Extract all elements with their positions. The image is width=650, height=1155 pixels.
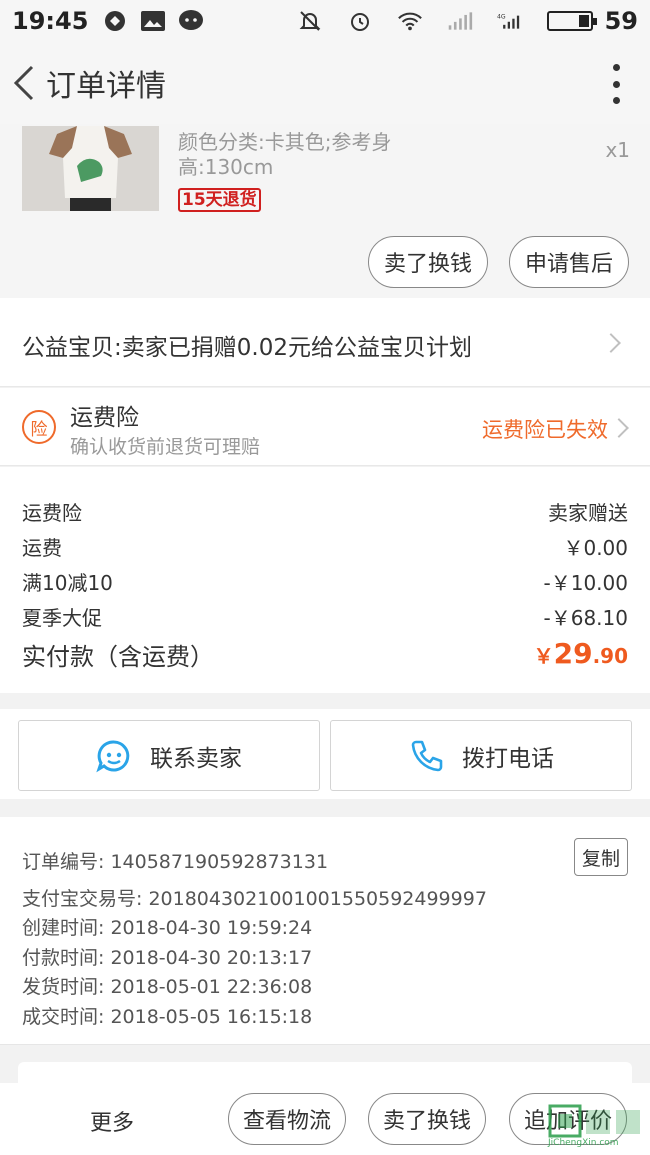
chevron-right-icon — [609, 418, 629, 438]
product-thumbnail[interactable] — [22, 126, 159, 211]
fee-row: 运费险 卖家赠送 — [22, 497, 628, 526]
message-notification-icon — [178, 8, 204, 34]
fee-label: 满10减10 — [22, 571, 113, 595]
order-number: 订单编号: 140587190592873131 — [22, 851, 329, 873]
call-phone-button[interactable]: 拨打电话 — [330, 720, 632, 791]
alarm-icon — [347, 8, 373, 34]
watermark-text: JiChengXin.com — [548, 1138, 619, 1148]
phone-icon — [411, 740, 443, 771]
wifi-icon — [397, 8, 423, 34]
status-bar: 19:45 4G 59 — [0, 0, 650, 42]
total-decimal: .90 — [592, 644, 628, 668]
signal-icon — [447, 8, 473, 34]
total-label: 实付款（含运费） — [22, 643, 214, 671]
fee-value: -￥10.00 — [543, 571, 628, 595]
chevron-right-icon — [601, 333, 621, 353]
created-time: 创建时间: 2018-04-30 19:59:24 — [22, 917, 313, 939]
charity-row[interactable]: 公益宝贝:卖家已捐赠0.02元给公益宝贝计划 — [0, 298, 650, 387]
fee-row: 运费 ￥0.00 — [22, 532, 628, 561]
fee-summary: 运费险 卖家赠送 运费 ￥0.00 满10减10 -￥10.00 夏季大促 -￥… — [0, 467, 650, 693]
fee-row: 夏季大促 -￥68.10 — [22, 602, 628, 631]
chat-bubble-icon — [96, 739, 130, 772]
status-time: 19:45 — [12, 7, 89, 35]
order-info: 订单编号: 140587190592873131 复制 支付宝交易号: 2018… — [0, 817, 650, 1045]
insurance-icon: 险 — [22, 410, 56, 444]
battery-level: 59 — [604, 7, 638, 35]
contact-seller-button[interactable]: 联系卖家 — [18, 720, 320, 791]
contact-actions: 联系卖家 拨打电话 — [0, 709, 650, 799]
call-phone-label: 拨打电话 — [462, 745, 554, 772]
signal-4g-icon: 4G — [497, 8, 523, 34]
product-item: 颜色分类:卡其色;参考身高:130cm x1 15天退货 卖了换钱 申请售后 — [0, 124, 650, 298]
fee-label: 夏季大促 — [22, 606, 102, 630]
fee-row: 满10减10 -￥10.00 — [22, 567, 628, 596]
app-notification-icon — [102, 8, 128, 34]
total-row: 实付款（含运费） ￥29.90 — [22, 637, 628, 672]
total-integer: 29 — [553, 637, 593, 670]
shipping-insurance-row[interactable]: 险 运费险 确认收货前退货可理赔 运费险已失效 — [0, 388, 650, 466]
resell-button-bottom[interactable]: 卖了换钱 — [368, 1093, 486, 1145]
page-title: 订单详情 — [46, 69, 166, 104]
resell-button[interactable]: 卖了换钱 — [368, 236, 488, 288]
fee-value: 卖家赠送 — [548, 501, 628, 525]
insurance-status: 运费险已失效 — [482, 418, 608, 442]
insurance-title: 运费险 — [70, 405, 139, 431]
contact-seller-label: 联系卖家 — [150, 745, 242, 772]
back-button[interactable] — [4, 63, 44, 103]
view-logistics-button[interactable]: 查看物流 — [228, 1093, 346, 1145]
paid-time: 付款时间: 2018-04-30 20:13:17 — [22, 947, 313, 969]
copy-button[interactable]: 复制 — [574, 838, 628, 876]
back-arrow-icon — [13, 65, 34, 101]
svg-text:4G: 4G — [497, 14, 506, 21]
battery-icon — [546, 11, 597, 31]
fee-value: -￥68.10 — [543, 606, 628, 630]
shipped-time: 发货时间: 2018-05-01 22:36:08 — [22, 976, 313, 998]
nav-bar: 订单详情 — [0, 42, 650, 124]
more-button[interactable]: 更多 — [90, 1105, 134, 1137]
apply-after-sales-button[interactable]: 申请售后 — [509, 236, 629, 288]
completed-time: 成交时间: 2018-05-05 16:15:18 — [22, 1006, 313, 1028]
alipay-trade-number: 支付宝交易号: 2018043021001001550592499997 — [22, 888, 487, 910]
watermark-logo-icon — [548, 1104, 640, 1138]
more-dots-icon — [612, 64, 620, 71]
site-watermark: JiChengXin.com — [548, 1104, 644, 1150]
image-notification-icon — [140, 8, 166, 34]
currency-symbol: ￥ — [533, 644, 554, 668]
charity-text: 公益宝贝:卖家已捐赠0.02元给公益宝贝计划 — [22, 335, 472, 361]
return-policy-badge: 15天退货 — [178, 188, 261, 212]
fee-label: 运费 — [22, 536, 62, 560]
mute-icon — [297, 8, 323, 34]
product-sku: 颜色分类:卡其色;参考身高:130cm — [178, 130, 392, 179]
product-quantity: x1 — [605, 138, 630, 162]
insurance-subtitle: 确认收货前退货可理赔 — [70, 436, 261, 458]
more-menu-button[interactable] — [610, 64, 622, 104]
fee-label: 运费险 — [22, 501, 82, 525]
total-amount: ￥29.90 — [534, 637, 628, 672]
fee-value: ￥0.00 — [563, 536, 628, 560]
